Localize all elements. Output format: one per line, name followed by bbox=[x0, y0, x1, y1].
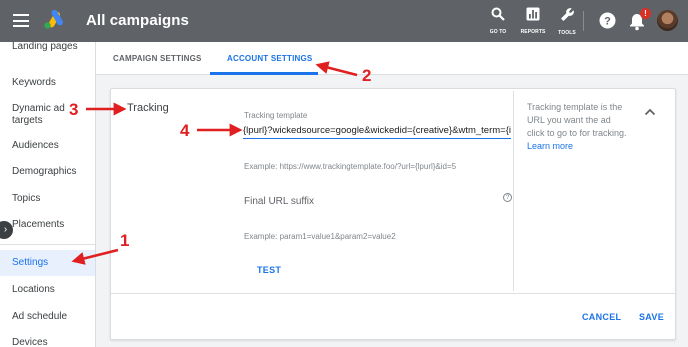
google-ads-logo[interactable] bbox=[43, 9, 65, 35]
sidebar-divider bbox=[0, 244, 95, 245]
sidebar-item-topics[interactable]: Topics bbox=[0, 193, 95, 205]
search-icon bbox=[491, 7, 505, 21]
tab-account-settings[interactable]: ACCOUNT SETTINGS bbox=[227, 54, 312, 63]
help-circle-icon: ? bbox=[599, 12, 616, 29]
settings-tabs: CAMPAIGN SETTINGS ACCOUNT SETTINGS bbox=[96, 42, 688, 75]
sidebar-item-audiences[interactable]: Audiences bbox=[0, 140, 95, 152]
tools-label: TOOLS bbox=[558, 30, 576, 36]
collapse-section-button[interactable] bbox=[644, 103, 656, 121]
chevron-right-icon: › bbox=[3, 224, 8, 235]
tools-button[interactable]: TOOLS bbox=[550, 7, 584, 36]
sidebar-item-ad-schedule[interactable]: Ad schedule bbox=[0, 311, 95, 323]
help-panel-divider bbox=[513, 91, 514, 291]
top-app-bar: All campaigns GO TO REPORTS TOOLS ? ! bbox=[0, 0, 688, 42]
annotation-number-2: 2 bbox=[362, 66, 372, 85]
annotation-number-3: 3 bbox=[69, 100, 79, 119]
avatar[interactable] bbox=[657, 10, 678, 31]
annotation-number-4: 4 bbox=[180, 121, 190, 140]
learn-more-link[interactable]: Learn more bbox=[527, 141, 573, 151]
tracking-template-example: Example: https://www.trackingtemplate.fo… bbox=[244, 162, 457, 171]
reports-button[interactable]: REPORTS bbox=[516, 7, 550, 35]
goto-label: GO TO bbox=[489, 29, 507, 35]
save-button[interactable]: SAVE bbox=[639, 312, 664, 322]
final-url-suffix-field[interactable]: Final URL suffix bbox=[244, 196, 314, 207]
sidebar-item-keywords[interactable]: Keywords bbox=[0, 77, 95, 89]
notifications-button[interactable]: ! bbox=[629, 8, 651, 32]
annotation-number-1: 1 bbox=[120, 231, 130, 250]
card-footer-divider bbox=[110, 293, 676, 294]
notification-badge: ! bbox=[640, 8, 651, 19]
help-button[interactable]: ? bbox=[599, 12, 616, 34]
toolbar-divider bbox=[583, 11, 584, 31]
chevron-up-icon bbox=[644, 108, 656, 116]
test-button[interactable]: TEST bbox=[257, 265, 281, 275]
sidebar-item-landing-pages[interactable]: Landing pages bbox=[0, 42, 95, 53]
sidebar-nav: Landing pages Keywords Dynamic ad target… bbox=[0, 42, 96, 347]
reports-label: REPORTS bbox=[520, 29, 546, 35]
tracking-template-input[interactable]: {lpurl}?wickedsource=google&wickedid={cr… bbox=[243, 125, 511, 139]
reports-icon bbox=[526, 7, 540, 21]
help-panel-text: Tracking template is the URL you want th… bbox=[527, 102, 627, 138]
section-title-tracking: Tracking bbox=[127, 102, 169, 114]
sidebar-item-placements[interactable]: Placements bbox=[0, 219, 95, 231]
page-title: All campaigns bbox=[86, 12, 189, 29]
menu-icon[interactable] bbox=[13, 14, 29, 27]
svg-text:?: ? bbox=[604, 16, 611, 28]
wrench-icon bbox=[560, 8, 574, 21]
help-panel: Tracking template is the URL you want th… bbox=[527, 101, 630, 153]
help-icon[interactable]: ? bbox=[503, 193, 512, 202]
sidebar-item-locations[interactable]: Locations bbox=[0, 284, 95, 296]
cancel-button[interactable]: CANCEL bbox=[582, 312, 621, 322]
sidebar-item-devices[interactable]: Devices bbox=[0, 337, 95, 347]
goto-button[interactable]: GO TO bbox=[481, 7, 515, 35]
tab-campaign-settings[interactable]: CAMPAIGN SETTINGS bbox=[113, 54, 202, 63]
sidebar-item-demographics[interactable]: Demographics bbox=[0, 166, 95, 178]
active-tab-indicator bbox=[210, 72, 318, 75]
final-url-suffix-example: Example: param1=value1&param2=value2 bbox=[244, 232, 396, 241]
tracking-template-label: Tracking template bbox=[244, 111, 308, 120]
sidebar-item-settings[interactable]: Settings bbox=[0, 250, 95, 276]
sidebar-item-dynamic-ad-targets[interactable]: Dynamic ad targets bbox=[0, 103, 80, 127]
